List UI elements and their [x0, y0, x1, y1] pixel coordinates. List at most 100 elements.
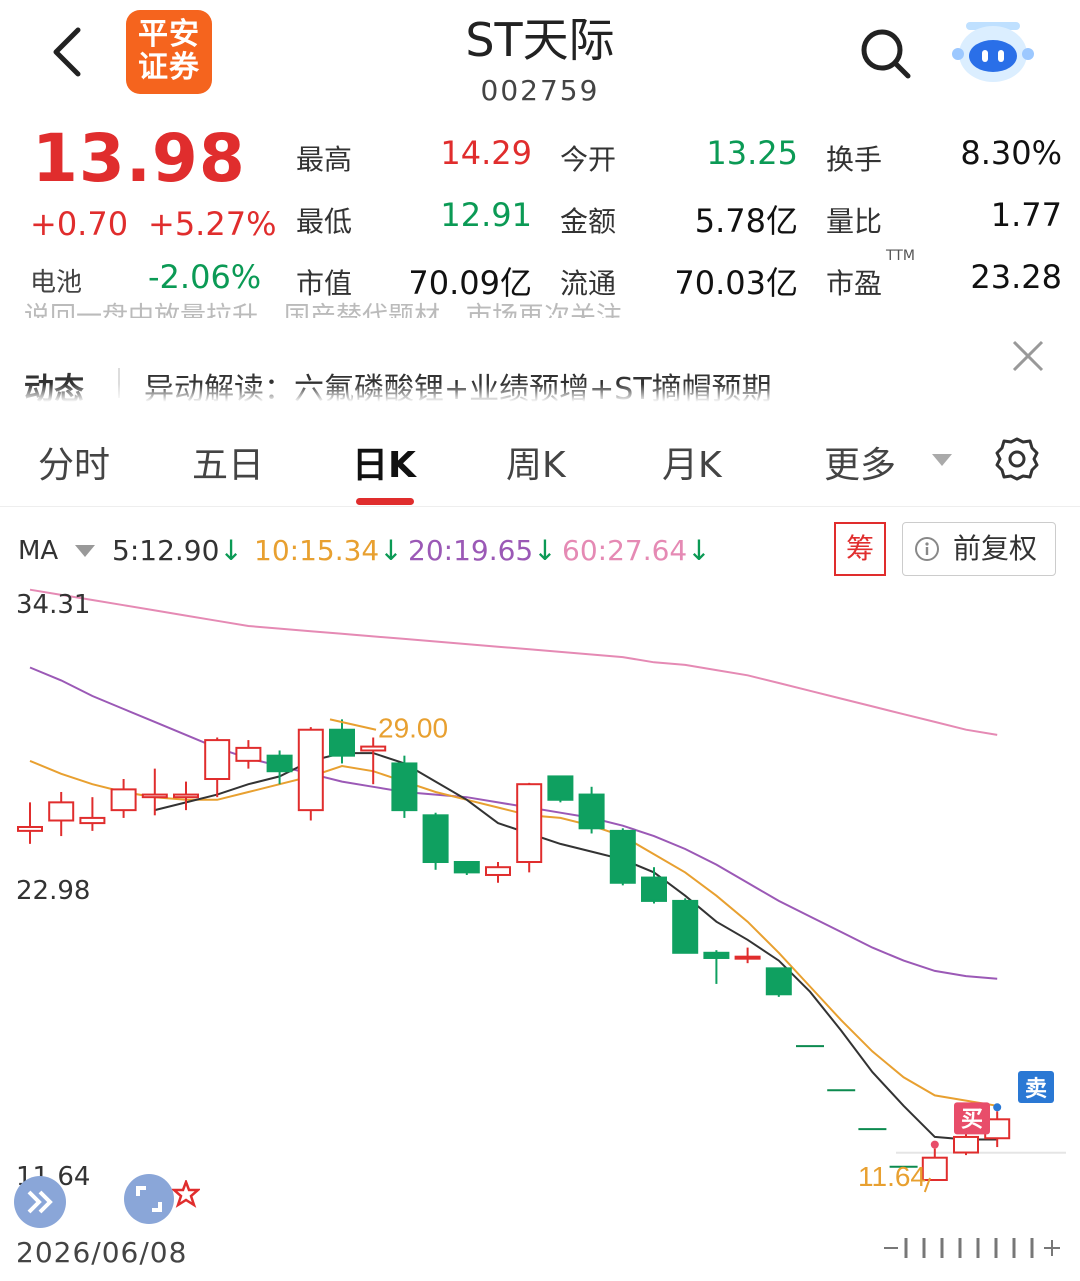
broker-logo: 平安 证券 [126, 10, 212, 94]
active-tab-indicator [356, 498, 414, 505]
stat-label: 量比 [826, 205, 883, 238]
ma10-value: 10:15.34↓ [254, 534, 403, 567]
chevron-down-icon[interactable] [930, 452, 954, 468]
candle-down [547, 775, 574, 801]
chip-distribution-button[interactable]: 筹 [834, 522, 886, 576]
candle-up [921, 1156, 948, 1181]
stat-label: 最低 [296, 205, 353, 238]
stat-value: 23.28 [970, 258, 1062, 296]
candlestick-chart[interactable]: 29.00 11.64 卖买 [0, 588, 1080, 1228]
y-axis-mid-label: 22.98 [16, 876, 91, 906]
sell-marker-text: 卖 [1025, 1076, 1047, 1102]
candle-up [235, 746, 262, 762]
fullscreen-button[interactable] [124, 1174, 174, 1224]
candle-up [204, 739, 231, 781]
ma60-value: 60:27.64↓ [562, 534, 711, 567]
candle-down [422, 814, 449, 864]
zoom-scale-icon[interactable] [884, 1236, 1064, 1260]
candle-down [391, 762, 418, 812]
stat-label: 换手 [826, 143, 883, 176]
ma60-line [29, 588, 998, 736]
candle-up [360, 745, 387, 752]
ma20-line [29, 666, 998, 980]
y-axis-max-label: 34.31 [16, 590, 91, 620]
tab-more[interactable]: 更多 [824, 436, 896, 488]
divider [0, 506, 1080, 507]
candle-up [79, 816, 106, 825]
candle-up [173, 793, 199, 799]
high-annotation-pointer [329, 718, 377, 731]
candle-up [953, 1135, 979, 1154]
expand-panel-button[interactable] [14, 1176, 66, 1228]
buy-marker-text: 买 [961, 1107, 983, 1132]
close-icon[interactable] [1008, 336, 1048, 376]
stat-value: 13.25 [706, 134, 798, 172]
ai-assistant-robot-icon[interactable] [952, 12, 1034, 88]
buy-marker-dot [930, 1140, 939, 1149]
candle-down [609, 829, 636, 884]
stat-label: 最高 [296, 143, 353, 176]
down-arrow-icon: ↓ [533, 534, 557, 567]
candle-down [672, 899, 699, 954]
back-arrow-icon[interactable] [40, 22, 100, 82]
candle-up [516, 783, 543, 864]
tab-monthly-k[interactable]: 月K [662, 436, 722, 488]
candle-down [703, 951, 730, 959]
candle-up [485, 866, 511, 876]
ma20-value: 20:19.65↓ [408, 534, 557, 567]
candle-down [329, 728, 355, 757]
chart-date-label: 2026/06/08 [16, 1236, 188, 1269]
down-arrow-icon: ↓ [219, 534, 243, 567]
sector-change-percent: -2.06% [148, 258, 262, 296]
stat-value: 1.77 [990, 196, 1062, 234]
search-icon[interactable] [856, 24, 916, 84]
info-icon [915, 537, 939, 561]
pe-ttm-suffix: TTM [886, 248, 915, 264]
candle-up [734, 955, 761, 960]
stat-value: 8.30% [960, 134, 1062, 172]
candle-up [297, 728, 324, 812]
candle-down [641, 876, 667, 902]
down-arrow-icon: ↓ [379, 534, 403, 567]
star-icon[interactable] [172, 1180, 200, 1208]
candle-up [48, 801, 75, 822]
ma10-text: 10:15.34 [254, 534, 380, 567]
stat-value: 14.29 [440, 134, 532, 172]
indicator-label[interactable]: MA [18, 536, 58, 566]
high-price-annotation: 29.00 [378, 713, 448, 744]
stat-label: 今开 [560, 143, 617, 176]
tab-five-day[interactable]: 五日 [192, 436, 264, 488]
fullscreen-icon [136, 1186, 162, 1212]
candle-down [578, 793, 605, 830]
news-fade-overlay [0, 384, 1080, 414]
stock-code: 002759 [480, 74, 600, 107]
tab-intraday[interactable]: 分时 [38, 436, 110, 488]
candle-down [765, 967, 792, 996]
sell-marker-dot [993, 1103, 1002, 1112]
ma20-text: 20:19.65 [408, 534, 534, 567]
candle-up [110, 788, 137, 812]
ma10-line [29, 759, 998, 1107]
ma5-text: 5:12.90 [112, 534, 220, 567]
gear-icon[interactable] [994, 436, 1040, 482]
ma60-text: 60:27.64 [562, 534, 688, 567]
stock-name: ST天际 [465, 13, 615, 67]
candle-down [453, 861, 480, 874]
down-arrow-icon: ↓ [687, 534, 711, 567]
candle-up [141, 793, 168, 799]
tab-daily-k[interactable]: 日K [352, 436, 416, 488]
stat-value: 12.91 [440, 196, 532, 234]
sector-name[interactable]: 电池 [30, 262, 82, 299]
last-price: 13.98 [32, 120, 246, 197]
low-price-annotation: 11.64 [858, 1161, 926, 1192]
candle-down [266, 754, 293, 773]
tab-weekly-k[interactable]: 周K [506, 436, 566, 488]
stat-label: 金额 [560, 205, 617, 238]
double-chevron-right-icon [27, 1190, 53, 1214]
stat-value: 5.78亿 [694, 202, 798, 240]
ma5-value: 5:12.90↓ [112, 534, 243, 567]
news-faded-line: 说回一盘中放量拉升，国产替代题材，市场再次关注… [24, 302, 649, 318]
indicator-dropdown-icon[interactable] [74, 544, 96, 558]
candle-up [17, 825, 43, 832]
price-change-percent: +5.27% [148, 205, 277, 243]
